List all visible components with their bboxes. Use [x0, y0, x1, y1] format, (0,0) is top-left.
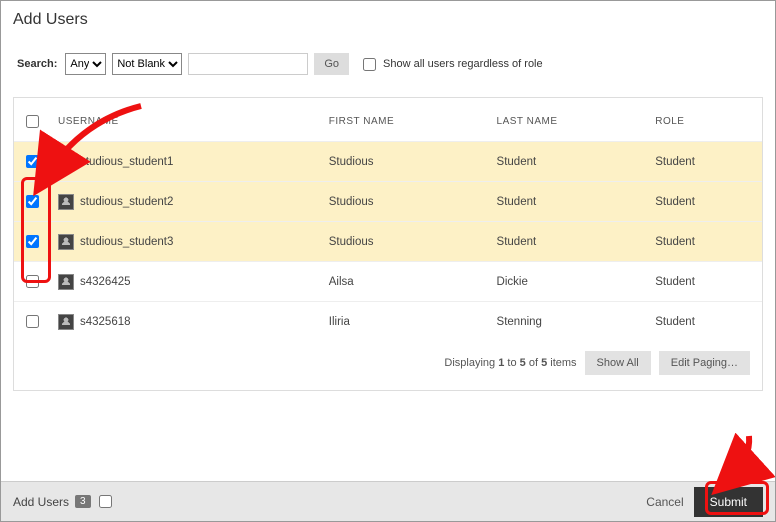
- cell-role: Student: [647, 262, 762, 302]
- table-row[interactable]: s4325618 IliriaStenningStudent: [14, 302, 762, 342]
- cell-role: Student: [647, 182, 762, 222]
- submit-button[interactable]: Submit: [694, 487, 763, 517]
- cell-lastname: Stenning: [489, 302, 648, 342]
- search-bar: Search: Any Not Blank Go Show all users …: [1, 35, 775, 85]
- row-checkbox[interactable]: [26, 275, 39, 288]
- col-lastname[interactable]: LAST NAME: [489, 98, 648, 142]
- cell-firstname: Studious: [321, 142, 489, 182]
- table-row[interactable]: studious_student3StudiousStudentStudent: [14, 222, 762, 262]
- avatar-icon: [58, 234, 74, 250]
- cell-firstname: Iliria: [321, 302, 489, 342]
- cell-role: Student: [647, 222, 762, 262]
- annotation-arrow-to-submit: [701, 431, 761, 491]
- select-all-checkbox[interactable]: [26, 115, 39, 128]
- row-checkbox[interactable]: [26, 155, 39, 168]
- edit-paging-button[interactable]: Edit Paging…: [659, 351, 750, 375]
- cell-lastname: Student: [489, 142, 648, 182]
- selected-count-badge: 3: [75, 495, 91, 508]
- page-title: Add Users: [1, 1, 775, 35]
- cell-lastname: Student: [489, 182, 648, 222]
- cell-firstname: Studious: [321, 182, 489, 222]
- cell-lastname: Student: [489, 222, 648, 262]
- go-button[interactable]: Go: [314, 53, 349, 75]
- annotation-arrow-to-checkboxes: [41, 101, 161, 191]
- cell-role: Student: [647, 142, 762, 182]
- pager: Displaying 1 to 5 of 5 items Show All Ed…: [14, 341, 762, 385]
- footer: Add Users 3 Cancel Submit: [1, 481, 775, 521]
- show-all-button[interactable]: Show All: [585, 351, 651, 375]
- col-firstname[interactable]: FIRST NAME: [321, 98, 489, 142]
- table-row[interactable]: s4326425 AilsaDickieStudent: [14, 262, 762, 302]
- cell-username: s4325618: [80, 316, 131, 328]
- footer-checkbox[interactable]: [99, 495, 112, 508]
- search-field-select[interactable]: Any: [65, 53, 106, 75]
- footer-label: Add Users: [13, 495, 69, 509]
- col-role[interactable]: ROLE: [647, 98, 762, 142]
- cell-role: Student: [647, 302, 762, 342]
- row-checkbox[interactable]: [26, 235, 39, 248]
- avatar-icon: [58, 274, 74, 290]
- cell-firstname: Ailsa: [321, 262, 489, 302]
- cell-username: studious_student3: [80, 236, 173, 248]
- search-op-select[interactable]: Not Blank: [112, 53, 182, 75]
- cancel-button[interactable]: Cancel: [646, 495, 683, 509]
- cell-username: studious_student2: [80, 196, 173, 208]
- row-checkbox[interactable]: [26, 315, 39, 328]
- show-all-label: Show all users regardless of role: [383, 58, 543, 70]
- pager-text: Displaying 1 to 5 of 5 items: [444, 357, 576, 369]
- row-checkbox[interactable]: [26, 195, 39, 208]
- search-input[interactable]: [188, 53, 308, 75]
- show-all-checkbox[interactable]: [363, 58, 376, 71]
- cell-lastname: Dickie: [489, 262, 648, 302]
- search-label: Search:: [17, 58, 57, 70]
- avatar-icon: [58, 194, 74, 210]
- avatar-icon: [58, 314, 74, 330]
- cell-username: s4326425: [80, 276, 131, 288]
- cell-firstname: Studious: [321, 222, 489, 262]
